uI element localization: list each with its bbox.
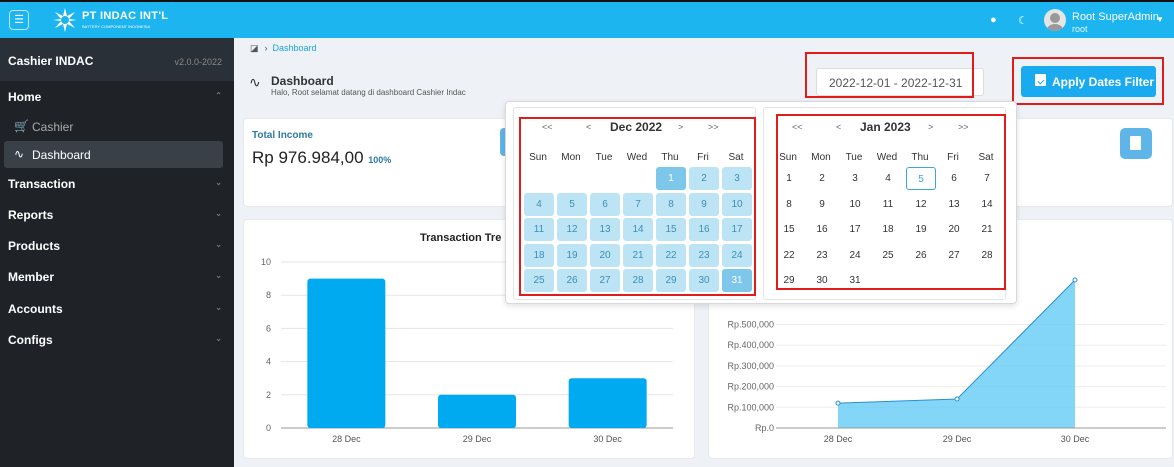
brand-subtitle: BATTERY COMPONENT INDONESIA — [82, 24, 151, 29]
y-tick-label: 8 — [266, 290, 271, 300]
sidebar-item-transaction[interactable]: Transaction ⌄ — [0, 170, 234, 198]
y-tick-label: Rp.400,000 — [727, 340, 774, 350]
page-subtitle: Halo, Root selamat datang di dashboard C… — [271, 88, 466, 97]
pulse-icon: ∿ — [14, 147, 25, 161]
sidebar-item-accounts[interactable]: Accounts ⌄ — [0, 295, 234, 323]
chevron-down-icon: ⌄ — [215, 334, 222, 343]
sidebar-item-member[interactable]: Member ⌄ — [0, 263, 234, 291]
x-tick-label: 29 Dec — [943, 434, 972, 444]
brand-name: PT INDAC INT'L — [82, 10, 169, 22]
sidebar-item-dashboard[interactable]: ∿ Dashboard — [4, 141, 223, 168]
x-tick-label: 28 Dec — [824, 434, 853, 444]
data-point — [1072, 277, 1078, 283]
cube-icon[interactable]: ◪ — [250, 43, 259, 53]
user-role: root — [1072, 24, 1088, 34]
sidebar-header: Cashier INDAC v2.0.0-2022 — [0, 38, 234, 81]
sidebar-item-label: Transaction — [8, 177, 76, 191]
y-tick-label: 2 — [266, 390, 271, 400]
chevron-down-icon: ⌄ — [215, 303, 222, 312]
total-income-value: Rp 976.984,00 100% — [252, 148, 391, 168]
chart-title: Transaction Tre — [420, 232, 502, 244]
data-point — [954, 396, 960, 402]
document-icon-box — [1120, 128, 1152, 159]
y-tick-label: 0 — [266, 423, 271, 433]
app-version: v2.0.0-2022 — [174, 57, 222, 67]
sidebar-item-label: Configs — [8, 333, 53, 347]
sidebar-item-label: Cashier — [32, 120, 74, 134]
chevron-up-icon: ⌃ — [215, 91, 222, 100]
avatar[interactable] — [1044, 9, 1066, 31]
bar — [307, 278, 386, 428]
menu-icon[interactable]: ☰ — [9, 10, 29, 30]
y-tick-label: 10 — [261, 257, 271, 267]
breadcrumb-current[interactable]: Dashboard — [273, 43, 317, 53]
chevron-down-icon: ⌄ — [215, 178, 222, 187]
chevron-down-icon: ⌄ — [215, 209, 222, 218]
sidebar-item-reports[interactable]: Reports ⌄ — [0, 201, 234, 229]
data-point — [835, 400, 841, 406]
bar — [438, 394, 516, 428]
highlight-box — [1012, 57, 1164, 105]
total-income-amount: Rp 976.984,00 — [252, 148, 364, 167]
x-tick-label: 30 Dec — [593, 434, 622, 444]
sidebar-item-label: Products — [8, 239, 61, 253]
x-tick-label: 30 Dec — [1061, 434, 1090, 444]
sidebar-item-products[interactable]: Products ⌄ — [0, 232, 234, 260]
highlight-box — [519, 117, 756, 296]
y-tick-label: Rp.200,000 — [727, 382, 774, 392]
breadcrumb: ◪ › Dashboard — [250, 43, 317, 53]
page-title: Dashboard — [271, 74, 334, 88]
sidebar-item-configs[interactable]: Configs ⌄ — [0, 326, 234, 354]
sidebar-item-home[interactable]: Home ⌃ — [0, 83, 234, 111]
topbar: ☰ PT INDAC INT'L BATTERY COMPONENT INDON… — [0, 0, 1174, 38]
user-name[interactable]: Root SuperAdmin — [1072, 11, 1159, 23]
company-logo — [53, 8, 77, 32]
x-tick-label: 29 Dec — [463, 434, 492, 444]
chevron-down-icon: ⌄ — [215, 240, 222, 249]
total-income-label: Total Income — [252, 130, 313, 141]
app-name: Cashier INDAC — [8, 54, 94, 68]
pulse-icon: ∿ — [249, 74, 261, 90]
sidebar-item-label: Member — [8, 270, 55, 284]
sidebar: Cashier INDAC v2.0.0-2022 Home ⌃ 🛒 Cashier… — [0, 38, 234, 467]
highlight-box — [805, 52, 974, 98]
sidebar-item-cashier[interactable]: 🛒 Cashier — [4, 113, 223, 140]
y-tick-label: 6 — [266, 323, 271, 333]
y-tick-label: Rp.300,000 — [727, 361, 774, 371]
x-tick-label: 28 Dec — [332, 434, 361, 444]
moon-icon[interactable]: ☾ — [1018, 14, 1028, 27]
y-tick-label: 4 — [266, 357, 271, 367]
sidebar-item-label: Reports — [8, 208, 54, 222]
highlight-box — [776, 114, 1006, 290]
cart-icon: 🛒 — [14, 119, 29, 133]
document-icon — [1130, 136, 1141, 150]
y-tick-label: Rp.100,000 — [727, 402, 774, 412]
chevron-down-icon[interactable]: ▼ — [1156, 15, 1164, 24]
sidebar-item-label: Dashboard — [32, 148, 91, 162]
sidebar-item-label: Home — [8, 90, 42, 104]
y-tick-label: Rp.0 — [755, 423, 774, 433]
bar — [568, 378, 647, 428]
y-tick-label: Rp.500,000 — [727, 320, 774, 330]
chevron-down-icon: ⌄ — [215, 271, 222, 280]
total-income-percent: 100% — [368, 155, 392, 165]
bell-icon[interactable]: ● — [990, 14, 997, 26]
sidebar-item-label: Accounts — [8, 302, 63, 316]
